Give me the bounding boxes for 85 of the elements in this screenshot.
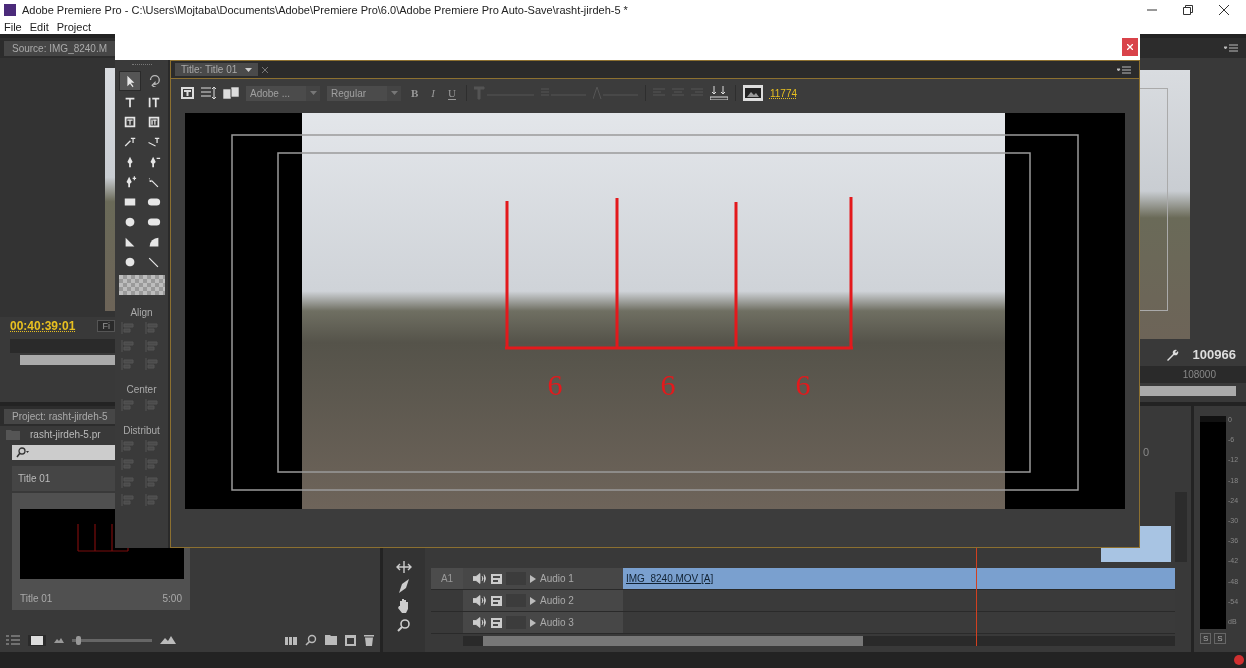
close-icon	[1127, 43, 1133, 50]
close-tab-icon[interactable]	[262, 66, 269, 73]
panel-menu-icon[interactable]	[1224, 44, 1238, 52]
icon-view-button[interactable]	[28, 634, 46, 646]
tab-stops-icon[interactable]	[709, 86, 728, 100]
speaker-icon[interactable]	[473, 595, 487, 606]
sync-lock-icon[interactable]	[491, 617, 502, 628]
track-target[interactable]: A1	[431, 568, 463, 589]
background-video-icon[interactable]	[742, 85, 763, 101]
expand-triangle-icon[interactable]	[530, 596, 536, 605]
timecode-fragment: 0	[1142, 446, 1149, 458]
automate-to-sequence-icon[interactable]	[285, 635, 297, 645]
style-swatch[interactable]	[118, 275, 165, 295]
zoom-icon[interactable]	[397, 618, 411, 632]
zoom-out-icon[interactable]	[54, 637, 64, 643]
slide-tool-icon[interactable]	[396, 560, 412, 574]
audio-clip[interactable]: IMG_8240.MOV [A]	[623, 568, 1175, 589]
app-icon	[4, 4, 16, 16]
dropdown-caret-icon	[309, 91, 317, 95]
menu-item[interactable]: Edit	[29, 21, 49, 33]
solo-button[interactable]: S	[1200, 633, 1212, 644]
speaker-icon[interactable]	[473, 617, 487, 628]
section-label: Distribut	[123, 424, 160, 438]
close-button[interactable]	[1122, 37, 1138, 56]
folder-icon	[6, 429, 20, 440]
icon-view-icon	[31, 635, 43, 645]
track-name: Audio 3	[540, 617, 574, 628]
timecode[interactable]: 00:40:39:01	[10, 319, 76, 333]
menu-item[interactable]: Project	[56, 21, 91, 33]
panel-tab[interactable]: Source: IMG_8240.M	[4, 40, 116, 56]
new-item-icon[interactable]	[345, 634, 356, 646]
format-button[interactable]: U	[445, 87, 459, 99]
trash-icon[interactable]	[364, 634, 374, 646]
timecode[interactable]: 11774	[769, 87, 798, 99]
restore-icon[interactable]	[1182, 4, 1194, 16]
dropdown-caret-icon	[245, 67, 253, 72]
expand-triangle-icon[interactable]	[530, 618, 536, 627]
font-style-dropdown[interactable]: Regular	[327, 85, 401, 101]
vertical-area-type-icon[interactable]	[146, 115, 161, 129]
new-bin-icon[interactable]	[325, 635, 337, 645]
search-icon	[16, 447, 30, 458]
zoom-in-icon[interactable]	[160, 636, 176, 644]
fit-dropdown[interactable]: Fi	[97, 320, 115, 332]
bracket-lines-drawing[interactable]	[503, 195, 855, 350]
pen-icon[interactable]	[397, 578, 411, 594]
slider-thumb[interactable]	[76, 635, 81, 645]
clip-label[interactable]: IMG_8240.MOV [A]	[626, 573, 714, 584]
ruler-label: 108000	[1182, 369, 1216, 380]
expand-triangle-icon[interactable]	[530, 574, 536, 583]
track-name: Audio 2	[540, 595, 574, 606]
templates-icon[interactable]	[223, 87, 239, 99]
sync-lock-icon[interactable]	[491, 573, 502, 584]
format-button[interactable]: B	[408, 87, 422, 99]
search-icon[interactable]	[305, 634, 317, 646]
section-label: Center	[126, 383, 157, 397]
panel-tab[interactable]: Project: rasht-jirdeh-5	[4, 408, 116, 424]
roll-crawl-options-icon[interactable]	[201, 87, 216, 99]
dropdown-caret-icon	[390, 91, 398, 95]
clip-duration: 5:00	[162, 593, 182, 604]
error-icon[interactable]	[1234, 655, 1244, 665]
panel-tab[interactable]: Title: Title 01	[175, 63, 259, 76]
convert-anchor-icon[interactable]	[146, 175, 161, 189]
vertical-type-icon[interactable]	[146, 95, 161, 109]
zoom-slider[interactable]	[72, 638, 152, 642]
hand-icon[interactable]	[397, 598, 411, 614]
section-label: Align	[130, 306, 153, 320]
font-family-dropdown[interactable]: Adobe ...	[246, 85, 320, 101]
horizontal-scrollbar[interactable]	[483, 636, 863, 646]
path-type-icon[interactable]	[122, 135, 137, 149]
new-title-icon[interactable]	[181, 87, 194, 99]
clip-name: Title 01	[20, 593, 53, 604]
close-icon[interactable]	[1218, 4, 1230, 16]
panel-menu-icon[interactable]	[1117, 65, 1131, 74]
line-icon[interactable]	[146, 255, 161, 269]
solo-button[interactable]: S	[1214, 633, 1226, 644]
format-button[interactable]: I	[428, 87, 438, 99]
window-title: Adobe Premiere Pro - C:\Users\Mojtaba\Documents\Adobe\Premiere Pro\6.0\Adobe Premiere Pro Auto-Save\rasht-jirdeh-5 *	[22, 4, 628, 16]
speaker-icon[interactable]	[473, 573, 487, 584]
vertical-path-type-icon[interactable]	[146, 135, 161, 149]
menu-item[interactable]: File	[4, 21, 22, 33]
project-file-name: rasht-jirdeh-5.pr	[30, 429, 101, 440]
sync-lock-icon[interactable]	[491, 595, 502, 606]
timecode[interactable]: 100966	[1192, 347, 1236, 362]
track-name: Audio 1	[540, 573, 574, 584]
area-type-icon[interactable]	[122, 115, 137, 129]
